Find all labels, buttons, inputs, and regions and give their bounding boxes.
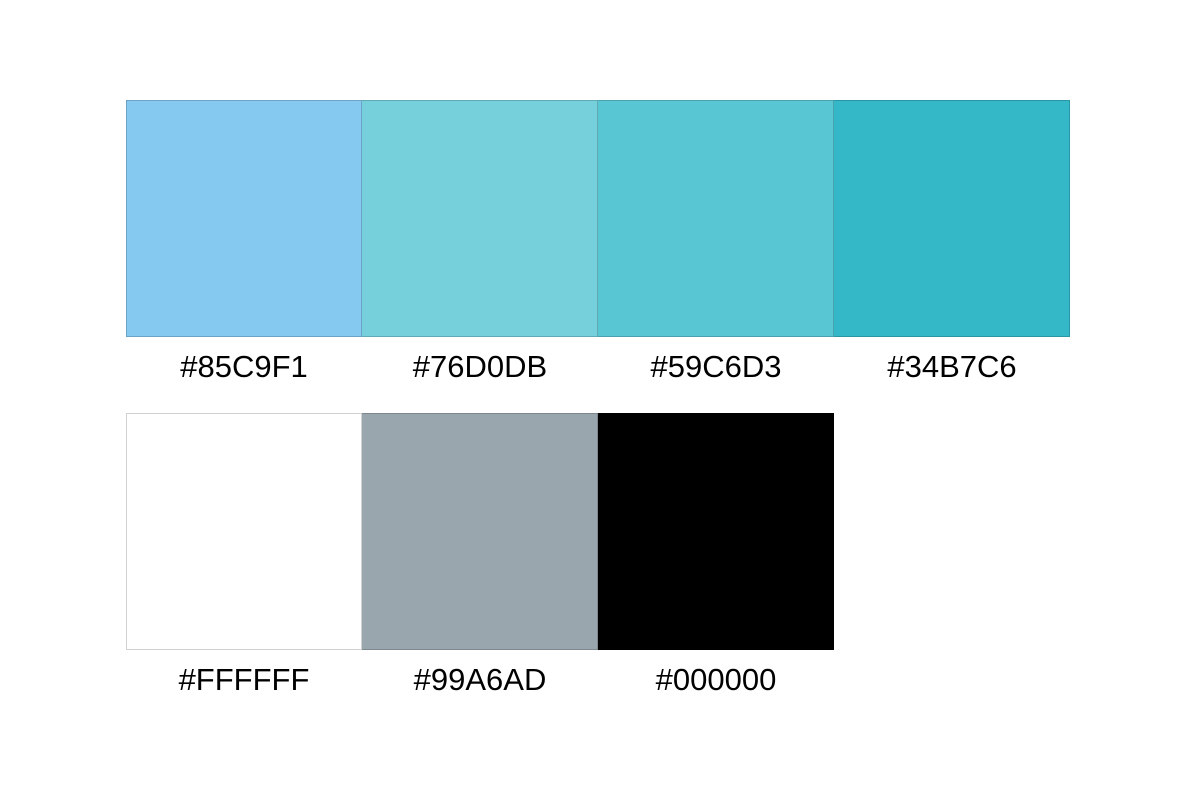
color-swatch: #000000 (598, 413, 834, 713)
primary-colors-row: #85C9F1 #76D0DB #59C6D3 #34B7C6 (126, 100, 1071, 413)
swatch-color-block (362, 100, 598, 337)
swatch-color-block (126, 100, 362, 337)
color-swatch: #34B7C6 (834, 100, 1070, 413)
neutral-colors-row: #FFFFFF #99A6AD #000000 (126, 413, 1071, 713)
swatch-color-block (362, 413, 598, 650)
swatch-hex-label: #000000 (655, 662, 777, 697)
swatch-hex-label: #FFFFFF (178, 662, 310, 697)
color-swatch: #85C9F1 (126, 100, 362, 413)
color-swatch: #76D0DB (362, 100, 598, 413)
color-palette: #85C9F1 #76D0DB #59C6D3 #34B7C6 #FFFFFF … (126, 100, 1071, 713)
swatch-hex-label: #59C6D3 (650, 349, 782, 384)
swatch-color-block (598, 100, 834, 337)
swatch-hex-label: #34B7C6 (887, 349, 1017, 384)
color-palette-page: { "palette": { "primary": [ {"hex": "#85… (0, 0, 1197, 792)
swatch-hex-label: #76D0DB (412, 349, 548, 384)
color-swatch: #59C6D3 (598, 100, 834, 413)
swatch-color-block (598, 413, 834, 650)
color-swatch: #FFFFFF (126, 413, 362, 713)
color-swatch: #99A6AD (362, 413, 598, 713)
swatch-color-block (834, 100, 1070, 337)
swatch-hex-label: #85C9F1 (180, 349, 308, 384)
swatch-hex-label: #99A6AD (413, 662, 547, 697)
swatch-color-block (126, 413, 362, 650)
